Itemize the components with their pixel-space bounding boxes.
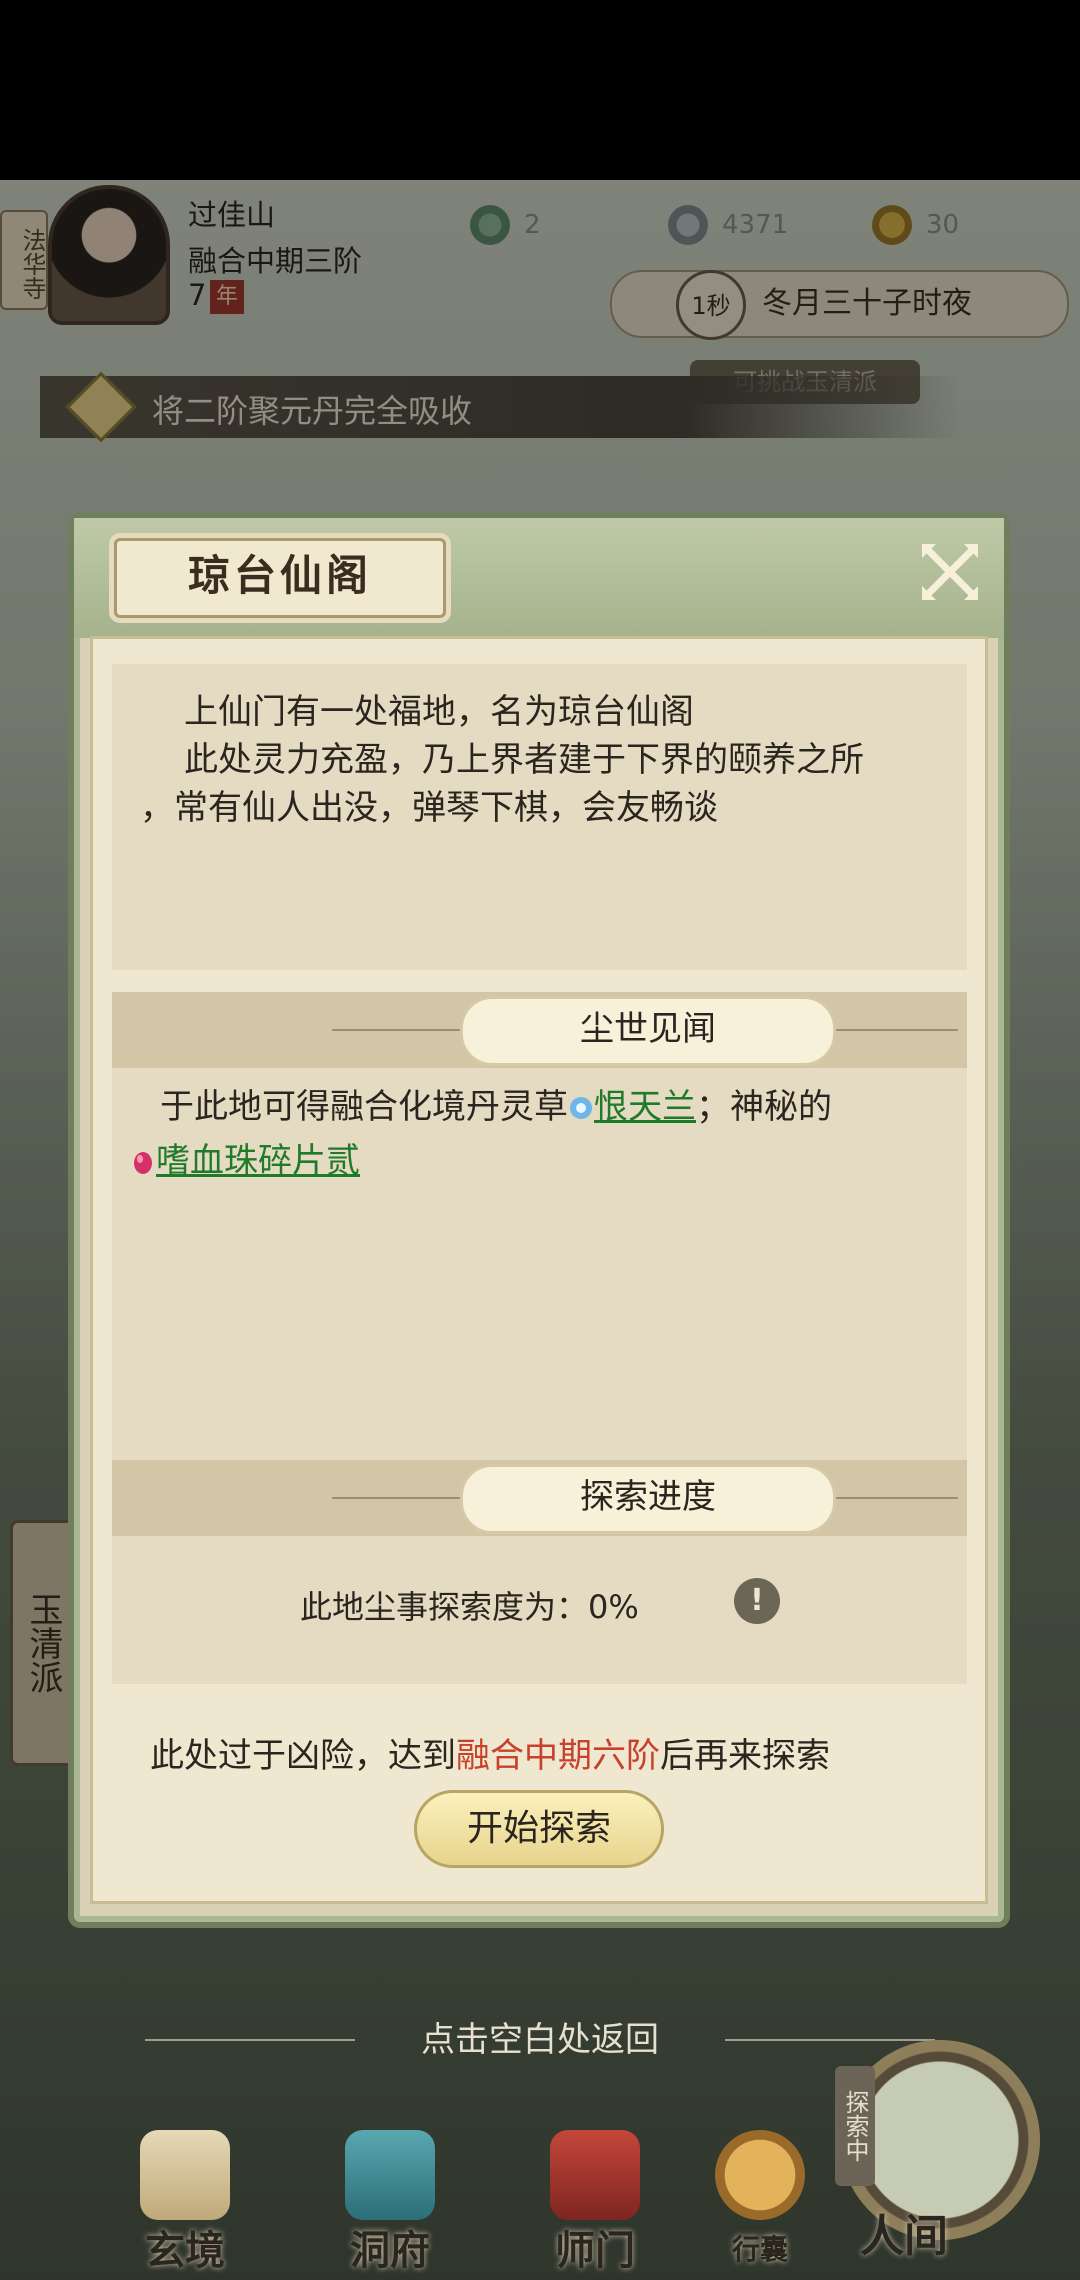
lore-header: 尘世见闻	[460, 996, 836, 1066]
dialog-title: 琼台仙阁	[187, 551, 372, 600]
banner-icon	[550, 2130, 640, 2220]
description-line-3: ，常有仙人出没，弹琴下棋，会友畅谈	[140, 788, 718, 828]
exploring-tag: 探索中	[835, 2066, 875, 2186]
description-line-2: 此处灵力充盈，乃上界者建于下界的颐养之所	[184, 740, 864, 780]
back-hint-text: 点击空白处返回	[421, 2020, 659, 2060]
close-icon	[922, 544, 978, 600]
warning-realm: 融合中期六阶	[456, 1736, 660, 1776]
nav-label: 洞府	[350, 2227, 430, 2274]
nav-dongfu[interactable]: 洞府	[290, 2080, 490, 2280]
scroll-icon	[140, 2130, 230, 2220]
nav-shimen[interactable]: 师门	[495, 2080, 695, 2280]
progress-text: 此地尘事探索度为：0%	[300, 1582, 639, 1628]
description-line-1: 上仙门有一处福地，名为琼台仙阁	[184, 692, 694, 732]
progress-info-icon[interactable]: !	[734, 1578, 780, 1624]
progress-value: 0%	[588, 1588, 639, 1626]
nav-label: 师门	[555, 2227, 635, 2274]
close-button[interactable]	[918, 540, 982, 604]
lore-text-1: 于此地可得融合化境丹灵草	[160, 1087, 568, 1127]
flower-icon	[570, 1097, 592, 1119]
nav-label: 行囊	[731, 2233, 788, 2266]
nav-label: 玄境	[145, 2227, 225, 2274]
warning-suffix: 后再来探索	[660, 1736, 830, 1776]
progress-header: 探索进度	[460, 1464, 836, 1534]
pavilion-icon	[345, 2130, 435, 2220]
nav-xingnang[interactable]: 行囊	[680, 2080, 840, 2280]
blood-bead-icon	[134, 1152, 152, 1174]
dialog-title-plate: 琼台仙阁	[114, 538, 446, 618]
realm-warning: 此处过于凶险，达到融合中期六阶后再来探索	[150, 1728, 830, 1777]
warning-prefix: 此处过于凶险，达到	[150, 1736, 456, 1776]
lore-text-2: ；神秘的	[696, 1087, 832, 1127]
start-explore-button[interactable]: 开始探索	[414, 1790, 664, 1868]
progress-section-header: 探索进度	[112, 1460, 967, 1536]
lore-section-header: 尘世见闻	[112, 992, 967, 1068]
explore-label: 人间	[860, 2211, 948, 2262]
lore-text: 于此地可得融合化境丹灵草 恨天兰；神秘的嗜血珠碎片贰	[134, 1080, 960, 1188]
item-link-blood-bead[interactable]: 嗜血珠碎片贰	[156, 1141, 360, 1181]
progress-label: 此地尘事探索度为：	[300, 1588, 589, 1626]
item-link-hentianlan[interactable]: 恨天兰	[594, 1087, 696, 1127]
bag-icon	[715, 2130, 805, 2220]
nav-xuanjing[interactable]: 玄境	[85, 2080, 285, 2280]
description-panel: 上仙门有一处福地，名为琼台仙阁 此处灵力充盈，乃上界者建于下界的颐养之所 ，常有…	[112, 664, 967, 970]
